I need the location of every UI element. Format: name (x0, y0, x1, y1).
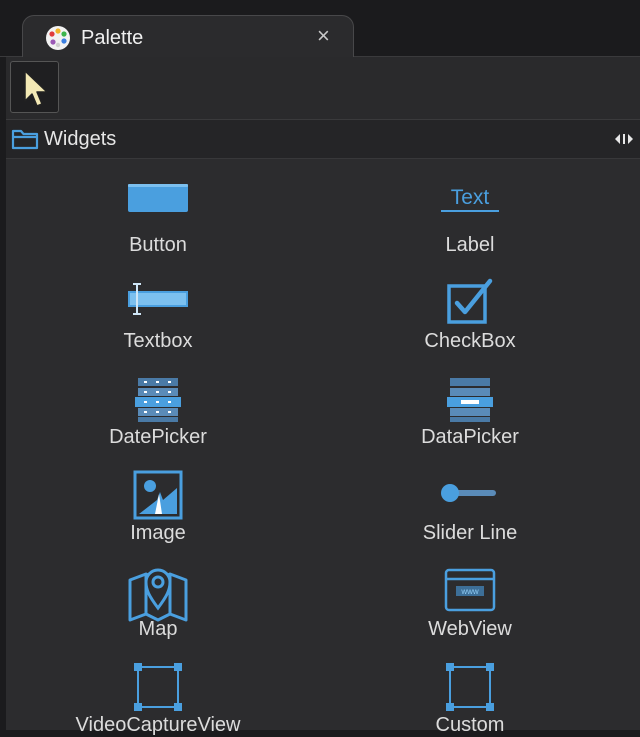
section-title: Widgets (44, 128, 117, 150)
widget-custom[interactable]: Custom (320, 642, 620, 736)
datapicker-icon (447, 378, 493, 422)
widget-label: CheckBox (424, 330, 516, 352)
widgets-section-header[interactable]: Widgets (6, 120, 640, 159)
widget-label: WebView (428, 618, 512, 640)
widget-label: Textbox (123, 330, 193, 352)
close-icon[interactable]: × (317, 23, 330, 49)
widget-slider-line[interactable]: Slider Line (320, 450, 620, 544)
textbox-icon (128, 283, 188, 315)
tab-title: Palette (81, 27, 144, 49)
svg-text:www: www (460, 587, 479, 596)
button-icon (128, 184, 188, 212)
widget-label: DataPicker (421, 426, 519, 448)
widget-checkbox[interactable]: CheckBox (320, 258, 620, 352)
toolbar (6, 57, 640, 120)
slider-icon (441, 484, 496, 502)
widget-datepicker[interactable]: DatePicker (8, 354, 308, 448)
datepicker-icon (135, 378, 181, 422)
pointer-tool-button[interactable] (10, 61, 59, 113)
pointer-arrow-icon (24, 70, 48, 107)
svg-text:Text: Text (451, 186, 490, 209)
widget-image[interactable]: Image (8, 450, 308, 544)
widget-label-item[interactable]: Text Label (320, 162, 620, 256)
widget-label: Label (445, 234, 495, 256)
widget-label: Slider Line (422, 522, 518, 544)
folder-icon (11, 129, 39, 150)
widget-label: VideoCaptureView (75, 714, 241, 736)
widget-label: Image (130, 522, 186, 544)
widget-label: Button (129, 234, 187, 256)
widget-textbox[interactable]: Textbox (8, 258, 308, 352)
widget-label: Custom (435, 714, 505, 736)
checkbox-icon (447, 278, 493, 324)
widget-webview[interactable]: www WebView (320, 546, 620, 640)
map-icon (128, 568, 188, 622)
widget-button[interactable]: Button (8, 162, 308, 256)
image-icon (133, 470, 183, 520)
widget-datapicker[interactable]: DataPicker (320, 354, 620, 448)
tab-palette[interactable]: Palette × (22, 15, 354, 57)
tab-bar: Palette × (0, 6, 640, 57)
widget-map[interactable]: Map (8, 546, 308, 640)
custom-icon (446, 663, 494, 711)
video-capture-icon (134, 663, 182, 711)
collapse-icon[interactable] (614, 133, 634, 145)
widget-label: DatePicker (109, 426, 207, 448)
widget-videocaptureview[interactable]: VideoCaptureView (8, 642, 308, 736)
label-text-icon: Text (441, 186, 499, 212)
widget-label: Map (138, 618, 178, 640)
webview-icon: www (444, 568, 496, 612)
palette-icon (46, 26, 70, 50)
widgets-grid: Button Text Label Textbox CheckBox DateP… (6, 159, 640, 736)
